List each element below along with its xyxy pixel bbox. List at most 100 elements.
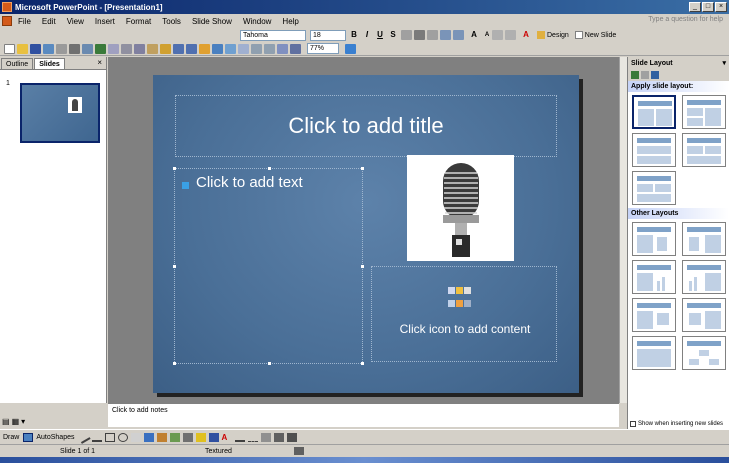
copy-icon[interactable] xyxy=(134,43,145,54)
show-when-inserting-checkbox[interactable]: Show when inserting new slides xyxy=(630,421,723,427)
increase-font-icon[interactable]: A xyxy=(469,30,479,40)
close-button[interactable]: × xyxy=(715,2,727,12)
undo-icon[interactable] xyxy=(173,43,184,54)
insert-picture-icon[interactable] xyxy=(182,432,193,442)
insert-table-icon[interactable] xyxy=(448,287,455,294)
arrow-style-icon[interactable] xyxy=(260,432,271,442)
layout-title-content-below[interactable] xyxy=(632,133,676,167)
resize-handle[interactable] xyxy=(173,167,176,170)
zoom-select[interactable]: 77% xyxy=(307,43,339,54)
resize-handle[interactable] xyxy=(173,265,176,268)
content-placeholder[interactable]: Click icon to add content xyxy=(371,266,557,362)
insert-picture-icon[interactable] xyxy=(448,299,455,307)
3d-style-icon[interactable] xyxy=(286,432,297,442)
slide-canvas[interactable]: Click to add title Click to add text Cli… xyxy=(153,75,579,393)
draw-menu-button[interactable]: Draw xyxy=(3,434,19,441)
bullets-icon[interactable] xyxy=(453,30,464,40)
select-objects-icon[interactable] xyxy=(23,432,34,442)
layout-title-four-content[interactable] xyxy=(682,133,726,167)
insert-table-icon[interactable] xyxy=(212,43,223,54)
font-name-select[interactable]: Tahoma xyxy=(240,29,306,41)
save-icon[interactable] xyxy=(30,43,41,54)
fill-color-icon[interactable] xyxy=(195,432,206,442)
layout-title-and-table[interactable] xyxy=(632,336,676,370)
shadow-button[interactable]: S xyxy=(388,30,398,40)
home-icon[interactable] xyxy=(651,71,659,79)
format-painter-icon[interactable] xyxy=(160,43,171,54)
layout-text-and-media[interactable] xyxy=(632,298,676,332)
resize-handle[interactable] xyxy=(173,362,176,365)
menu-window[interactable]: Window xyxy=(243,17,271,26)
menu-help[interactable]: Help xyxy=(282,17,298,26)
italic-button[interactable]: I xyxy=(362,30,372,40)
align-left-icon[interactable] xyxy=(401,30,412,40)
rectangle-icon[interactable] xyxy=(104,432,115,442)
insert-diagram-icon[interactable] xyxy=(456,299,463,307)
insert-media-icon[interactable] xyxy=(464,299,471,307)
layout-title-two-content[interactable] xyxy=(632,171,676,205)
document-icon[interactable] xyxy=(2,16,12,26)
diagram-icon[interactable] xyxy=(156,432,167,442)
menu-insert[interactable]: Insert xyxy=(95,17,115,26)
slide-thumbnail[interactable] xyxy=(20,83,100,143)
wordart-icon[interactable] xyxy=(143,432,154,442)
notes-pane[interactable]: Click to add notes xyxy=(108,403,619,427)
line-color-icon[interactable] xyxy=(208,432,219,442)
tab-outline[interactable]: Outline xyxy=(1,58,34,69)
new-icon[interactable] xyxy=(4,43,15,54)
microphone-image[interactable] xyxy=(407,155,514,261)
minimize-button[interactable]: _ xyxy=(689,2,701,12)
forward-icon[interactable] xyxy=(641,71,649,79)
powerpoint-app-icon[interactable] xyxy=(2,2,12,12)
layout-bar-chart-and-text[interactable] xyxy=(682,260,726,294)
back-icon[interactable] xyxy=(631,71,639,79)
dash-style-icon[interactable] xyxy=(247,433,258,442)
resize-handle[interactable] xyxy=(268,167,271,170)
line-icon[interactable] xyxy=(76,430,91,444)
decrease-indent-icon[interactable] xyxy=(492,30,503,40)
email-icon[interactable] xyxy=(56,43,67,54)
font-color-button[interactable]: A xyxy=(521,30,531,40)
show-grid-icon[interactable] xyxy=(277,43,288,54)
oval-icon[interactable] xyxy=(117,432,128,442)
resize-handle[interactable] xyxy=(361,362,364,365)
menu-slide-show[interactable]: Slide Show xyxy=(192,17,232,26)
help-icon[interactable] xyxy=(345,43,356,54)
line-style-icon[interactable] xyxy=(234,433,245,442)
decrease-font-icon[interactable]: A xyxy=(482,30,492,40)
task-pane-dropdown-icon[interactable]: ▾ xyxy=(722,59,726,67)
paste-icon[interactable] xyxy=(147,43,158,54)
layout-text-and-chart[interactable] xyxy=(632,222,676,256)
maximize-button[interactable]: □ xyxy=(702,2,714,12)
print-icon[interactable] xyxy=(69,43,80,54)
align-center-icon[interactable] xyxy=(414,30,425,40)
cut-icon[interactable] xyxy=(121,43,132,54)
align-right-icon[interactable] xyxy=(427,30,438,40)
menu-view[interactable]: View xyxy=(67,17,84,26)
font-size-select[interactable]: 18 xyxy=(310,29,346,41)
shadow-style-icon[interactable] xyxy=(273,432,284,442)
permission-icon[interactable] xyxy=(43,43,54,54)
redo-icon[interactable] xyxy=(186,43,197,54)
help-question-box[interactable]: Type a question for help xyxy=(613,16,723,26)
resize-handle[interactable] xyxy=(361,167,364,170)
layout-text-and-bar-chart[interactable] xyxy=(632,260,676,294)
spelling-icon[interactable] xyxy=(95,43,106,54)
layout-media-and-text[interactable] xyxy=(682,298,726,332)
resize-handle[interactable] xyxy=(268,362,271,365)
resize-handle[interactable] xyxy=(361,265,364,268)
print-preview-icon[interactable] xyxy=(82,43,93,54)
research-icon[interactable] xyxy=(108,43,119,54)
layout-title-and-org-chart[interactable] xyxy=(682,336,726,370)
menu-edit[interactable]: Edit xyxy=(42,17,56,26)
insert-hyperlink-icon[interactable] xyxy=(238,43,249,54)
numbering-icon[interactable] xyxy=(440,30,451,40)
new-slide-button[interactable]: New Slide xyxy=(574,31,616,39)
open-icon[interactable] xyxy=(17,43,28,54)
underline-button[interactable]: U xyxy=(375,30,385,40)
expand-all-icon[interactable] xyxy=(251,43,262,54)
spelling-status-icon[interactable] xyxy=(293,447,304,455)
increase-indent-icon[interactable] xyxy=(505,30,516,40)
autoshapes-menu-button[interactable]: AutoShapes xyxy=(36,434,74,441)
slide-show-view-icon[interactable]: ▾ xyxy=(21,417,25,426)
